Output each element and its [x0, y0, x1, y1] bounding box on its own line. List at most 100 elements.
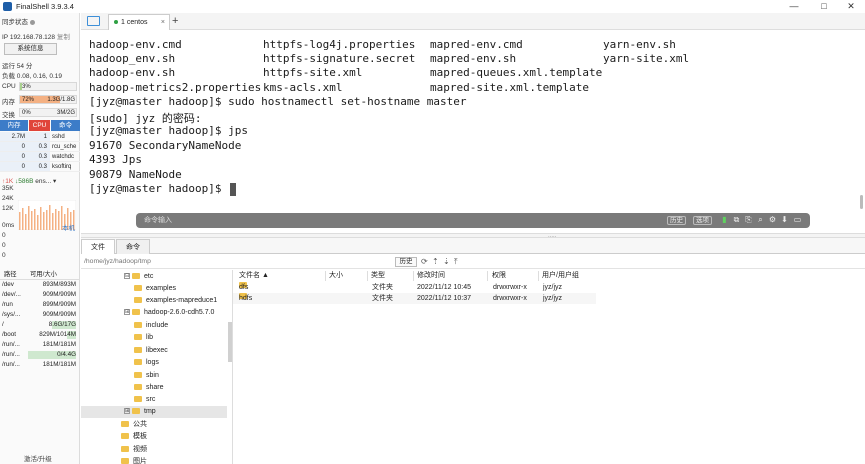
tree-item[interactable]: sbin [134, 370, 159, 382]
column-header-owner[interactable]: 用户/用户组 [542, 271, 579, 281]
disk-row: /dev/... 909M/909M [2, 291, 76, 298]
upload-rate: ↑1K [2, 178, 14, 185]
activate-upgrade-link[interactable]: 激活/升级 [24, 453, 52, 463]
current-path-input[interactable]: /home/jyz/hadoop/tmp [84, 255, 151, 269]
path-history-button[interactable]: 历史 [395, 257, 417, 267]
column-separator[interactable] [487, 271, 488, 281]
net-scale-35k: 35K [2, 185, 14, 192]
tree-item-selected[interactable]: ⊞ tmp [81, 406, 227, 418]
disk-row: /sys/... 909M/909M [2, 311, 76, 318]
download-rate: ↓586B [15, 178, 34, 185]
column-separator[interactable] [538, 271, 539, 281]
upload-folder-icon[interactable]: ⤒ [454, 256, 458, 267]
process-row[interactable]: 0 0.3 ksoftirq [0, 162, 80, 172]
file-row[interactable]: dfs 文件夹 2022/11/12 10:45 drwxrwxr-x jyz/… [233, 282, 596, 293]
ping-host[interactable]: 本机 [62, 222, 75, 232]
session-tab-bar: 1 centos × + [81, 13, 865, 30]
folder-icon [134, 396, 142, 403]
add-tab-button[interactable]: + [172, 13, 178, 30]
memory-value: 1.3G/1.8G [47, 97, 75, 103]
system-info-button[interactable]: 系统信息 [4, 43, 57, 55]
tab-commands[interactable]: 命令 [116, 239, 150, 254]
terminal-line: [jyz@master hadoop]$ sudo hostnamectl se… [89, 95, 467, 108]
column-separator[interactable] [413, 271, 414, 281]
column-header-permissions[interactable]: 权限 [492, 271, 506, 281]
window-icon[interactable]: ▭ [793, 215, 802, 225]
upload-icon[interactable]: ⇡ [432, 256, 439, 267]
process-row[interactable]: 2.7M 1 sshd [0, 132, 80, 142]
column-separator[interactable] [367, 271, 368, 281]
copy-icon[interactable]: ⧉ [732, 215, 741, 225]
column-header-mtime[interactable]: 修改时间 [417, 271, 445, 281]
process-row[interactable]: 0 0.3 watchdc [0, 152, 80, 162]
tree-item[interactable]: lib [134, 332, 153, 344]
proc-tab-cpu[interactable]: CPU [29, 120, 50, 131]
disk-row: /boot 829M/1014M [2, 331, 76, 339]
uptime: 运行 54 分 [2, 63, 33, 70]
ping-scale-a: 0 [2, 232, 6, 239]
terminal-scrollbar[interactable] [860, 195, 863, 209]
collapse-icon[interactable]: ⊟ [124, 273, 130, 280]
folder-icon [134, 322, 142, 329]
command-input[interactable]: 命令输入 [144, 213, 172, 228]
ls-entry: hadoop-metrics2.properties [89, 81, 262, 94]
refresh-icon[interactable]: ⟳ [421, 256, 428, 267]
ping-scale-b: 0 [2, 242, 6, 249]
tree-item[interactable]: examples [134, 283, 176, 295]
column-header-size[interactable]: 大小 [329, 271, 343, 281]
mem-label: 内存 [2, 99, 15, 106]
network-interface-select[interactable]: ens... [35, 178, 51, 185]
tree-item[interactable]: 公共 [121, 419, 147, 431]
chevron-down-icon[interactable]: ▾ [53, 178, 56, 185]
sync-status: 同步状态 [2, 16, 35, 26]
ls-entry: httpfs-site.xml [263, 66, 363, 79]
toggle-icon[interactable]: ▮ [720, 215, 729, 225]
disk-table-header: 路径 可用/大小 [0, 270, 80, 280]
download-file-icon[interactable]: ⇣ [443, 256, 450, 267]
column-header-type[interactable]: 类型 [371, 271, 385, 281]
command-input-bar[interactable]: 命令输入 历史 选项 ▮ ⧉ ⎘ ⌕ ⚙ ⬇ ▭ [136, 213, 810, 228]
folder-icon [134, 384, 142, 391]
tree-item[interactable]: examples-mapreduce1 [134, 295, 217, 307]
tree-item[interactable]: 视频 [121, 444, 147, 456]
column-header-name[interactable]: 文件名 ▲ [239, 271, 269, 281]
folder-icon [121, 446, 129, 453]
tree-item[interactable]: ⊞ hadoop-2.6.0-cdh5.7.0 [124, 307, 214, 319]
close-window-button[interactable]: ✕ [837, 0, 865, 13]
tab-session-centos[interactable]: 1 centos × [108, 14, 170, 30]
expand-icon[interactable]: ⊞ [124, 309, 130, 316]
history-button[interactable]: 历史 [667, 216, 686, 225]
terminal-line: 91670 SecondaryNameNode [89, 139, 242, 152]
search-icon[interactable]: ⌕ [756, 215, 765, 225]
tree-item[interactable]: libexec [134, 345, 168, 357]
folder-icon [121, 458, 129, 464]
tree-item[interactable]: share [134, 382, 164, 394]
paste-icon[interactable]: ⎘ [744, 215, 753, 225]
close-tab-icon[interactable]: × [161, 15, 165, 30]
process-row[interactable]: 0 0.3 rcu_sche [0, 142, 80, 152]
maximize-button[interactable]: □ [810, 0, 838, 13]
tree-item[interactable]: 模板 [121, 431, 147, 443]
gear-icon[interactable]: ⚙ [768, 215, 777, 225]
file-panel-tabs: 文件 命令 [81, 238, 865, 254]
options-button[interactable]: 选项 [693, 216, 712, 225]
ls-entry: mapred-env.sh [430, 52, 517, 65]
tree-item[interactable]: include [134, 320, 168, 332]
folder-icon [134, 285, 142, 292]
tree-item[interactable]: ⊟ etc [124, 271, 153, 283]
proc-tab-cmd[interactable]: 命令 [51, 120, 80, 131]
download-icon[interactable]: ⬇ [780, 215, 789, 225]
folder-icon[interactable] [87, 16, 100, 26]
proc-tab-mem[interactable]: 内存 [0, 120, 28, 131]
column-separator[interactable] [325, 271, 326, 281]
tree-item[interactable]: 图片 [121, 456, 147, 464]
expand-icon[interactable]: ⊞ [124, 408, 130, 415]
minimize-button[interactable]: — [780, 0, 808, 13]
terminal-output[interactable]: hadoop-env.cmd httpfs-log4j.properties m… [81, 31, 857, 234]
tree-item[interactable]: src [134, 394, 155, 406]
tree-item[interactable]: logs [134, 357, 159, 369]
tab-files[interactable]: 文件 [81, 239, 115, 254]
ls-entry: hadoop_env.sh [89, 52, 176, 65]
file-row[interactable]: hdfs 文件夹 2022/11/12 10:37 drwxrwxr-x jyz… [233, 293, 596, 304]
copy-ip-button[interactable]: 复制 [57, 34, 70, 41]
